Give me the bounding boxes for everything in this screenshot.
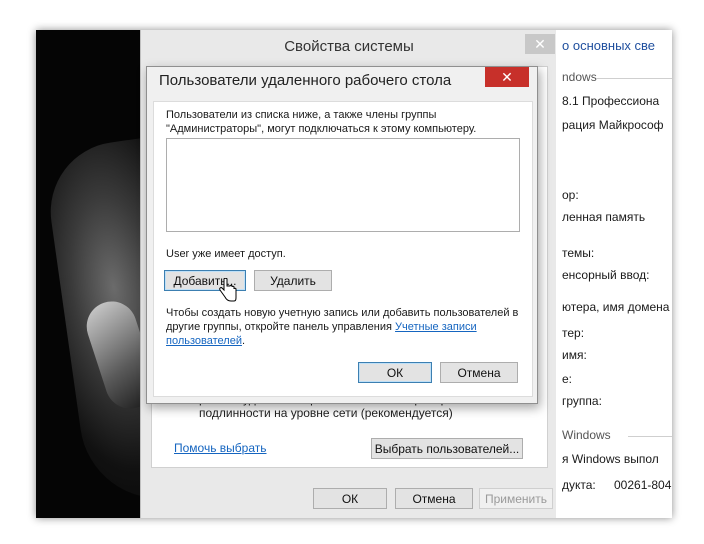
info-product-id: 00261-80423-	[614, 478, 672, 492]
info-system-type-label: темы:	[562, 246, 595, 260]
info-edition-section: ndows	[562, 70, 597, 84]
desktop-wallpaper	[36, 30, 140, 518]
users-list[interactable]	[166, 138, 520, 232]
info-workgroup-label: группа:	[562, 394, 602, 408]
info-header: о основных све	[562, 38, 656, 53]
system-properties-close-button[interactable]: ✕	[525, 34, 555, 54]
dialog-cancel-button[interactable]: Отмена	[440, 362, 518, 383]
close-icon: ✕	[534, 36, 546, 52]
system-properties-title: Свойства системы	[284, 38, 414, 55]
info-full-name-label: имя:	[562, 348, 587, 362]
info-product-id-label: дукта:	[562, 478, 596, 492]
info-copyright: рация Майкрософ	[562, 118, 664, 132]
info-computer-name-section: ютера, имя домена	[562, 300, 670, 314]
info-activation-status: я Windows выпол	[562, 452, 659, 466]
system-cancel-button[interactable]: Отмена	[395, 488, 473, 509]
info-activation-section: Windows	[562, 428, 611, 442]
dialog-content-panel: Пользователи из списка ниже, а также чле…	[153, 101, 533, 397]
system-apply-button: Применить	[479, 488, 553, 509]
info-description-label: е:	[562, 372, 573, 386]
accounts-info-text: Чтобы создать новую учетную запись или д…	[166, 306, 526, 348]
section-divider	[628, 436, 672, 437]
info-edition: 8.1 Профессиона	[562, 94, 660, 108]
select-users-button[interactable]: Выбрать пользователей...	[371, 438, 523, 459]
dialog-description: Пользователи из списка ниже, а также чле…	[166, 109, 477, 135]
section-divider	[596, 78, 672, 79]
info-processor-label: ор:	[562, 188, 579, 202]
info-computer-label: тер:	[562, 326, 585, 340]
system-info-background: о основных све ndows 8.1 Профессиона рац…	[556, 30, 672, 518]
info-memory-label: ленная память	[562, 210, 646, 224]
info-pen-touch-label: енсорный ввод:	[562, 268, 650, 282]
dialog-ok-button[interactable]: ОК	[358, 362, 432, 383]
remove-user-button[interactable]: Удалить	[254, 270, 332, 291]
access-status-text: User уже имеет доступ.	[166, 248, 286, 260]
dialog-close-button[interactable]: ✕	[485, 67, 529, 87]
system-ok-button[interactable]: ОК	[313, 488, 387, 509]
accounts-info-suffix: .	[241, 335, 246, 347]
close-icon: ✕	[501, 69, 513, 85]
remote-desktop-users-dialog: Пользователи удаленного рабочего стола ✕…	[146, 66, 538, 404]
hand-cursor-icon	[219, 278, 237, 302]
dialog-title: Пользователи удаленного рабочего стола	[159, 72, 452, 89]
help-choose-link[interactable]: Помочь выбрать	[174, 441, 267, 455]
